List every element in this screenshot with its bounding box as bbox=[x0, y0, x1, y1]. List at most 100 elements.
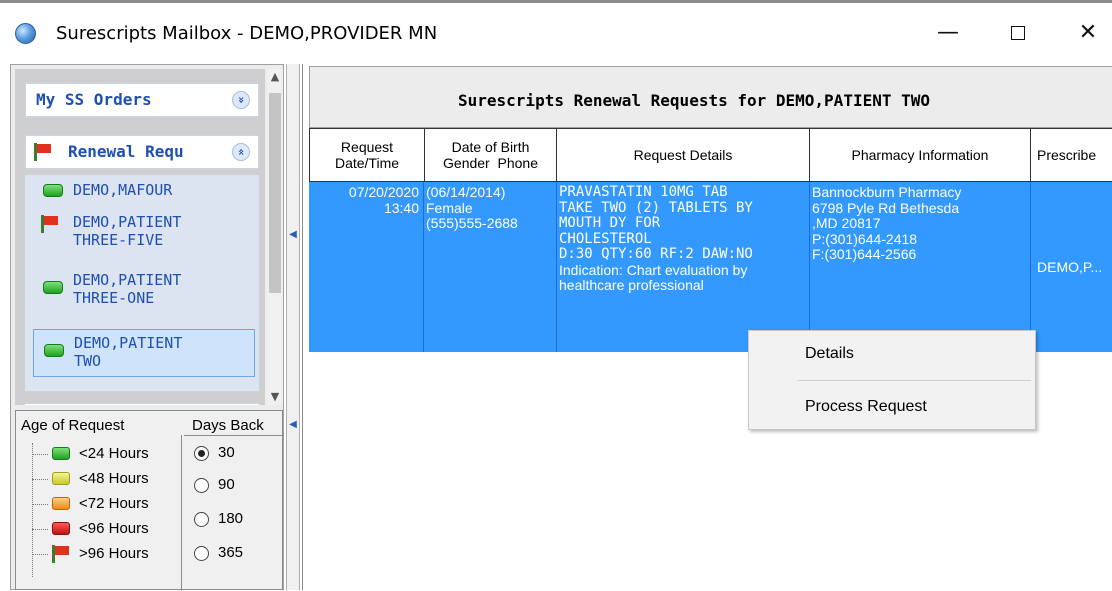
age-label: <96 Hours bbox=[79, 520, 149, 537]
title-bar: Surescripts Mailbox - DEMO,PROVIDER MN —… bbox=[0, 0, 1112, 60]
column-header-label: Date/Time bbox=[334, 155, 400, 171]
radio-button[interactable] bbox=[194, 546, 209, 561]
column-header-dob-gender-phone[interactable]: Date of Birth Gender Phone bbox=[424, 128, 557, 182]
pharmacy-line: Bannockburn Pharmacy bbox=[812, 184, 962, 200]
red-flag-icon bbox=[41, 215, 61, 233]
age-label: <48 Hours bbox=[79, 470, 149, 487]
column-header-prescriber[interactable]: Prescribe bbox=[1030, 128, 1112, 182]
column-header-label: Date of Birth bbox=[451, 139, 530, 155]
expand-chevron-icon[interactable]: » bbox=[232, 91, 250, 109]
right-pane: Surescripts Renewal Requests for DEMO,PA… bbox=[302, 64, 1112, 590]
collapse-chevron-icon[interactable]: « bbox=[232, 143, 250, 161]
collapse-left-icon[interactable]: ◀ bbox=[289, 418, 297, 432]
column-header-label: Gender Phone bbox=[443, 155, 538, 171]
maximize-icon bbox=[1011, 26, 1025, 40]
detail-line: PRAVASTATIN 10MG TAB bbox=[559, 184, 728, 200]
days-label: 365 bbox=[218, 544, 244, 561]
days-back-title: Days Back bbox=[192, 417, 264, 434]
group-my-ss-orders[interactable]: My SS Orders » bbox=[25, 83, 259, 117]
red-swatch-icon bbox=[52, 522, 70, 535]
age-of-request-title: Age of Request bbox=[21, 417, 125, 434]
patient-name-continued: THREE-FIVE bbox=[73, 231, 164, 249]
yellow-swatch-icon bbox=[52, 472, 70, 485]
group-changes-requests-partial[interactable] bbox=[25, 403, 259, 405]
age-row-96: <96 Hours bbox=[32, 518, 182, 542]
maximize-button[interactable] bbox=[990, 11, 1046, 55]
cell-request-details: PRAVASTATIN 10MG TAB TAKE TWO (2) TABLET… bbox=[557, 182, 810, 352]
collapse-left-icon[interactable]: ◀ bbox=[289, 228, 297, 242]
days-back-option-365[interactable]: 365 bbox=[194, 543, 284, 567]
green-status-icon bbox=[43, 184, 63, 197]
group-label: My SS Orders bbox=[36, 90, 152, 109]
column-header-pharmacy-information[interactable]: Pharmacy Information bbox=[809, 128, 1031, 182]
scroll-up-icon[interactable]: ▲ bbox=[267, 69, 283, 85]
days-back-option-180[interactable]: 180 bbox=[194, 509, 284, 533]
radio-button[interactable] bbox=[194, 478, 209, 493]
renewal-header: Surescripts Renewal Requests for DEMO,PA… bbox=[309, 66, 1112, 128]
menu-item-details[interactable]: Details bbox=[805, 345, 854, 363]
age-label: <72 Hours bbox=[79, 495, 149, 512]
patient-item-demo-mafour[interactable]: DEMO,MAFOUR bbox=[33, 181, 255, 203]
context-menu: Details Process Request bbox=[748, 330, 1036, 430]
detail-line: TAKE TWO (2) TABLETS BY bbox=[559, 199, 753, 216]
green-status-icon bbox=[43, 281, 63, 294]
column-header-label: Prescribe bbox=[1037, 147, 1097, 163]
patient-name-continued: TWO bbox=[74, 352, 102, 370]
cell-pharmacy-information: Bannockburn Pharmacy 6798 Pyle Rd Bethes… bbox=[810, 182, 1031, 352]
request-date: 07/20/2020 bbox=[348, 184, 419, 200]
app-icon bbox=[15, 23, 36, 44]
patient-name-continued: THREE-ONE bbox=[73, 289, 155, 307]
phone: (555)555-2688 bbox=[426, 215, 518, 231]
patient-item-demo-patient-three-five[interactable]: DEMO,PATIENT THREE-FIVE bbox=[33, 213, 255, 253]
red-flag-icon bbox=[34, 143, 54, 161]
table-row[interactable]: 07/20/2020 13:40 (06/14/2014) Female (55… bbox=[309, 182, 1112, 352]
pharmacy-line: P:(301)644-2418 bbox=[812, 230, 918, 247]
age-label: <24 Hours bbox=[79, 445, 149, 462]
age-row-48: <48 Hours bbox=[32, 468, 182, 492]
legend-divider bbox=[184, 435, 284, 436]
patient-name: DEMO,PATIENT bbox=[74, 334, 183, 352]
menu-separator bbox=[797, 380, 1031, 381]
days-label: 90 bbox=[218, 476, 235, 493]
radio-button[interactable] bbox=[194, 512, 209, 527]
green-swatch-icon bbox=[52, 447, 70, 460]
patient-item-demo-patient-two[interactable]: DEMO,PATIENT TWO bbox=[33, 329, 255, 377]
pane-splitter[interactable]: ◀ ◀ bbox=[286, 64, 300, 590]
close-button[interactable]: ✕ bbox=[1060, 11, 1112, 55]
pharmacy-line: ,MD 20817 bbox=[812, 215, 881, 231]
detail-line: CHOLESTEROL bbox=[559, 230, 652, 247]
column-header-request-details[interactable]: Request Details bbox=[556, 128, 810, 182]
column-header-label: Pharmacy Information bbox=[851, 147, 989, 163]
column-header-label: Request Details bbox=[633, 147, 733, 163]
date-of-birth: (06/14/2014) bbox=[426, 184, 506, 200]
sidebar-scrollbar[interactable]: ▲ ▼ bbox=[267, 69, 283, 405]
request-time: 13:40 bbox=[383, 199, 419, 216]
age-row-24: <24 Hours bbox=[32, 443, 182, 467]
detail-line: MOUTH DY FOR bbox=[559, 215, 661, 231]
days-label: 180 bbox=[218, 510, 244, 527]
patient-name: DEMO,PATIENT bbox=[73, 271, 182, 289]
red-flag-icon bbox=[52, 545, 72, 563]
page-title: Surescripts Renewal Requests for DEMO,PA… bbox=[458, 91, 931, 110]
minimize-button[interactable]: — bbox=[920, 11, 976, 55]
patient-item-demo-patient-three-one[interactable]: DEMO,PATIENT THREE-ONE bbox=[33, 271, 255, 311]
green-status-icon bbox=[44, 344, 64, 357]
age-row-72: <72 Hours bbox=[32, 493, 182, 517]
cell-dob-gender-phone: (06/14/2014) Female (555)555-2688 bbox=[424, 182, 557, 352]
scrollbar-thumb[interactable] bbox=[269, 93, 281, 293]
menu-item-process-request[interactable]: Process Request bbox=[805, 398, 927, 416]
scroll-down-icon[interactable]: ▼ bbox=[267, 389, 283, 405]
age-label: >96 Hours bbox=[79, 545, 149, 562]
radio-button[interactable] bbox=[194, 446, 209, 461]
orange-swatch-icon bbox=[52, 497, 70, 510]
group-renewal-requests[interactable]: Renewal Requ « bbox=[25, 135, 259, 169]
detail-line: D:30 QTY:60 RF:2 DAW:NO bbox=[559, 246, 753, 262]
pharmacy-line: F:(301)644-2566 bbox=[812, 246, 917, 262]
days-back-option-90[interactable]: 90 bbox=[194, 475, 284, 499]
days-back-option-30[interactable]: 30 bbox=[194, 443, 284, 467]
detail-line: Indication: Chart evaluation by bbox=[559, 261, 748, 278]
column-header-request-datetime[interactable]: Request Date/Time bbox=[309, 128, 425, 182]
patient-name: DEMO,PATIENT bbox=[73, 213, 182, 231]
cell-request-datetime: 07/20/2020 13:40 bbox=[309, 182, 424, 352]
age-row-over-96: >96 Hours bbox=[32, 543, 182, 567]
